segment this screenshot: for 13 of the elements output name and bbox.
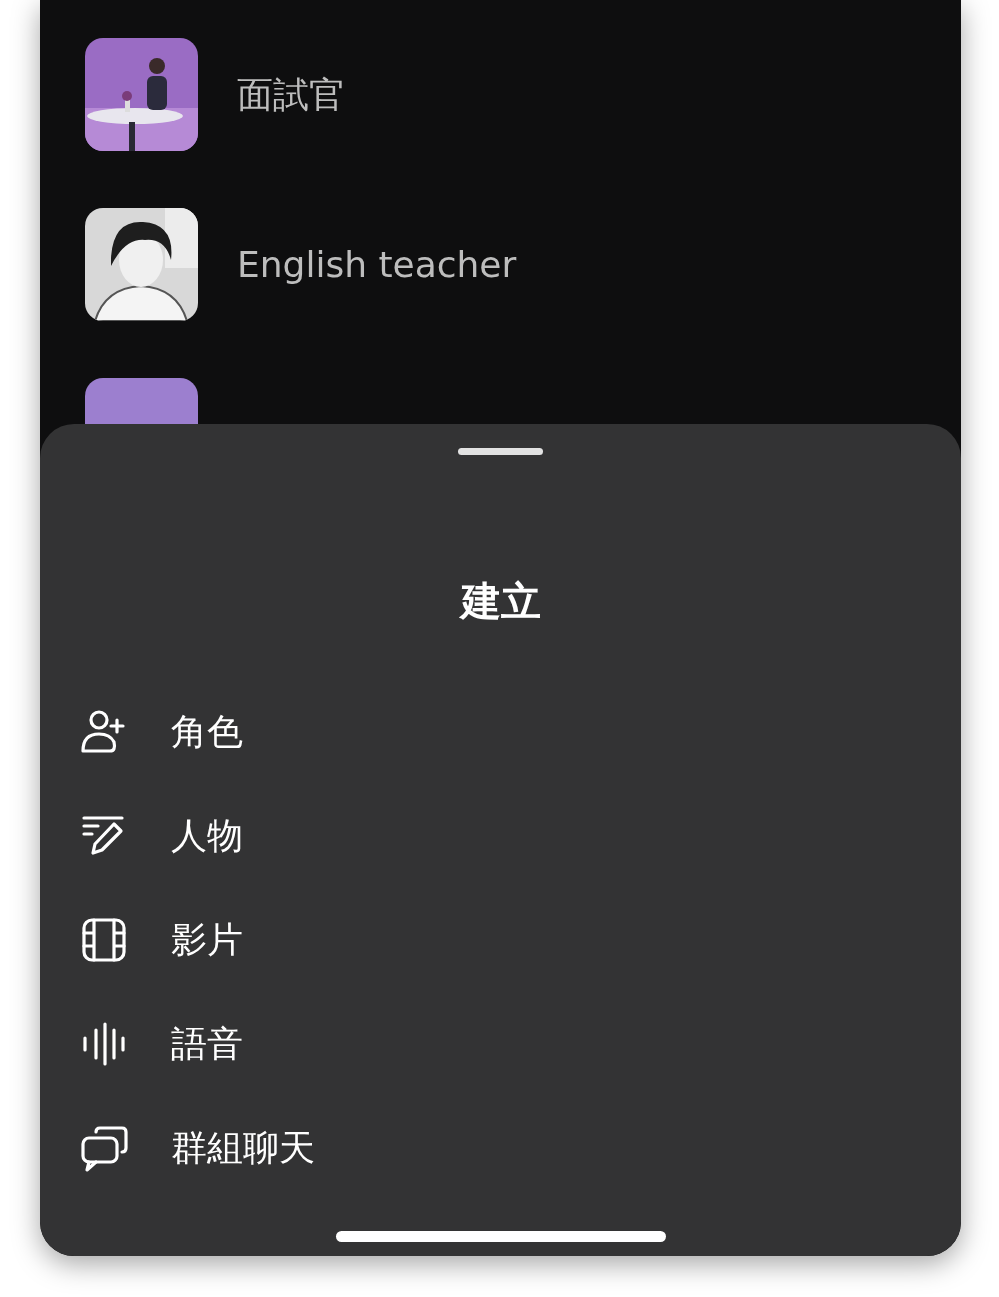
menu-item[interactable]: 角色 <box>80 705 961 759</box>
menu-item[interactable]: 影片 <box>80 913 961 967</box>
menu-item[interactable]: 語音 <box>80 1017 961 1071</box>
drag-handle[interactable] <box>458 448 543 455</box>
home-indicator[interactable] <box>335 1231 666 1242</box>
chat-bubbles-icon <box>80 1124 128 1172</box>
sheet-title: 建立 <box>460 581 541 621</box>
film-icon <box>80 916 128 964</box>
menu-item[interactable]: 人物 <box>80 809 961 863</box>
character-name[interactable]: English teacher <box>237 237 517 292</box>
waveform-icon <box>80 1020 128 1068</box>
menu-item[interactable]: 群組聊天 <box>80 1121 961 1175</box>
character-name[interactable]: 面試官 <box>237 67 345 122</box>
